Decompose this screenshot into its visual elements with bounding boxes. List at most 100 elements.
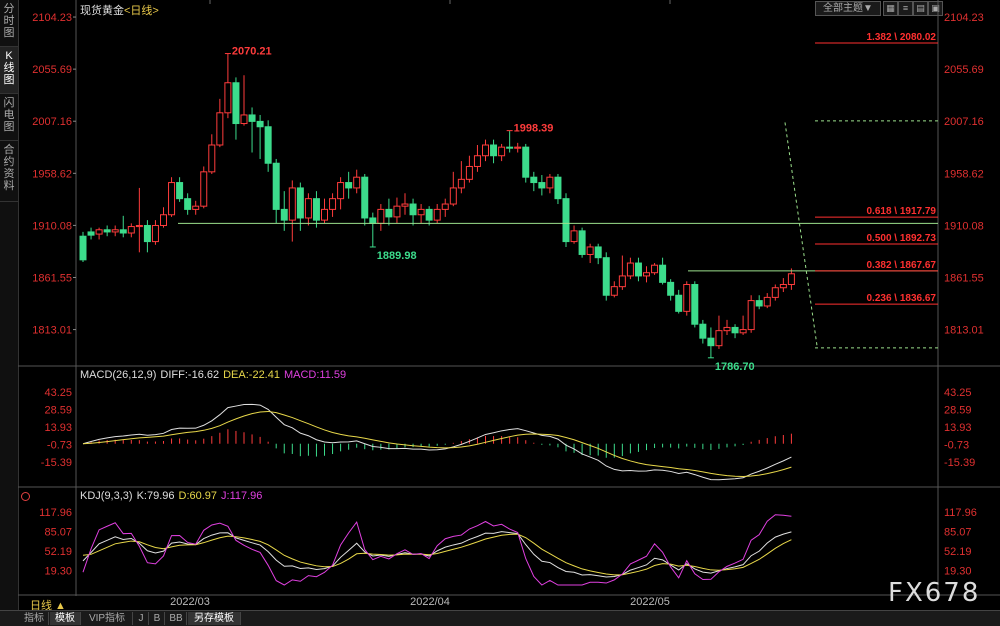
candle-body — [659, 264, 667, 283]
candle-body — [594, 246, 602, 259]
bottom-tab-0[interactable]: 指标 — [20, 612, 49, 625]
candle-body — [425, 208, 433, 221]
candle-body — [208, 144, 216, 173]
macd-diff: DIFF:-16.62 — [160, 369, 220, 381]
candle-body — [216, 112, 224, 146]
candle-body — [135, 224, 143, 228]
macd-dea: DEA:-22.41 — [223, 369, 280, 381]
kdj-j-line — [82, 514, 792, 586]
fib-label: 0.382 \ 1867.67 — [866, 260, 936, 271]
time-label: 2022/05 — [630, 596, 670, 608]
price-tick-right: 2007.16 — [944, 116, 984, 128]
candle-body — [715, 330, 723, 347]
price-tick-left: 2104.23 — [32, 12, 72, 24]
candle-body — [160, 214, 167, 226]
candle-body — [103, 229, 111, 233]
bottom-tab-1[interactable]: 模板 — [50, 612, 81, 625]
candle-body — [272, 162, 280, 210]
candle-body — [401, 203, 409, 207]
price-tick-left: 1861.55 — [32, 272, 72, 284]
candle-body — [361, 176, 369, 219]
price-tick-right: 1861.55 — [944, 272, 984, 284]
candle-body — [651, 264, 659, 274]
candle-body — [514, 146, 522, 149]
candle-body — [264, 126, 272, 164]
candle-body — [578, 230, 586, 255]
candle-body — [538, 182, 546, 189]
bottom-tabs: 指标 模板 VIP指标 J B BB 另存模板 — [0, 610, 1000, 626]
candle-body — [683, 284, 691, 312]
kdj-tick-left: 52.19 — [44, 546, 72, 558]
kdj-k: K:79.96 — [136, 490, 175, 502]
kdj-tick-right: 85.07 — [944, 527, 972, 539]
candle-body — [176, 182, 184, 200]
extreme-label: 1889.98 — [377, 250, 417, 262]
kdj-tick-right: 52.19 — [944, 546, 972, 558]
macd-diff-line — [82, 403, 792, 481]
macd-tick-left: 28.59 — [44, 405, 72, 417]
kdj-tick-left: 117.96 — [39, 507, 72, 519]
candle-body — [87, 231, 95, 236]
macd-tick-right: 43.25 — [944, 387, 972, 399]
candle-body — [280, 208, 288, 221]
candle-body — [433, 208, 441, 221]
kdj-name: KDJ(9,3,3) — [80, 490, 133, 502]
candle-body — [224, 82, 232, 114]
candle-body — [441, 203, 449, 210]
macd-tick-left: -15.39 — [41, 457, 72, 469]
candle-body — [522, 146, 530, 178]
candle-body — [119, 229, 127, 234]
fib-label: 0.618 \ 1917.79 — [866, 206, 936, 217]
chart-area[interactable]: 1.382 \ 2080.02 0.618 \ 1917.79 0.500 \ 18… — [0, 0, 1000, 610]
candle-body — [586, 246, 594, 255]
macd-tick-left: 43.25 — [44, 387, 72, 399]
candle-body — [345, 182, 353, 189]
candle-body — [329, 198, 337, 210]
candle-body — [192, 205, 200, 210]
candle-body — [643, 272, 650, 277]
candle-body — [353, 176, 361, 189]
candle-body — [457, 178, 465, 189]
candle-body — [321, 208, 328, 221]
bottom-tab-4[interactable]: B — [150, 612, 165, 625]
bottom-tab-6[interactable]: 另存模板 — [188, 612, 241, 625]
candle-body — [562, 198, 570, 243]
macd-tick-right: -15.39 — [944, 457, 975, 469]
candle-body — [312, 198, 320, 221]
candle-body — [755, 300, 763, 307]
kdj-k-line — [82, 531, 792, 578]
kdj-d-line — [82, 533, 792, 576]
candle-body — [490, 144, 498, 157]
macd-legend: MACD(26,12,9) DIFF:-16.62 DEA:-22.41 MACD:1… — [80, 369, 350, 381]
macd-tick-right: -0.73 — [944, 440, 969, 452]
candle-body — [634, 262, 642, 277]
candle-body — [739, 329, 747, 334]
candle-body — [449, 187, 457, 205]
candle-body — [200, 171, 208, 207]
kdj-d: D:60.97 — [178, 490, 218, 502]
time-label: 2022/03 — [170, 596, 210, 608]
candle-body — [473, 155, 481, 167]
price-tick-left: 1958.62 — [32, 168, 72, 180]
candle-body — [240, 114, 248, 125]
candle-body — [667, 281, 675, 296]
candle-body — [95, 229, 103, 235]
projection-line — [784, 122, 818, 346]
price-tick-left: 2007.16 — [32, 116, 72, 128]
kdj-tick-left: 19.30 — [44, 566, 72, 578]
candle-body — [771, 287, 779, 298]
candle-body — [168, 182, 176, 216]
candle-body — [369, 217, 377, 224]
candle-body — [337, 182, 345, 200]
price-tick-right: 1910.08 — [944, 220, 984, 232]
candle-body — [763, 296, 771, 307]
indicator-settings-icon[interactable] — [21, 492, 30, 501]
candle-body — [546, 176, 554, 189]
bottom-tab-2[interactable]: VIP指标 — [82, 612, 133, 625]
bottom-tab-3[interactable]: J — [134, 612, 149, 625]
kdj-j: J:117.96 — [221, 490, 263, 502]
bottom-tab-5[interactable]: BB — [166, 612, 187, 625]
kdj-tick-left: 85.07 — [44, 527, 72, 539]
candle-body — [506, 146, 514, 149]
price-tick-right: 1813.01 — [944, 325, 984, 337]
